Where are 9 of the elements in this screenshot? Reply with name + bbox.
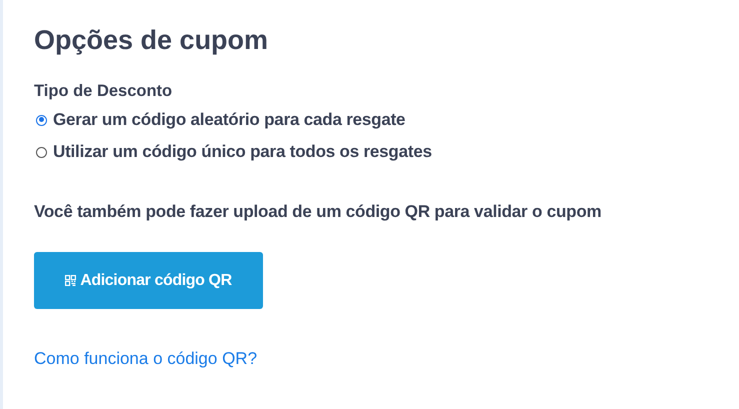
section-title: Opções de cupom: [34, 24, 270, 56]
radio-label[interactable]: Gerar um código aleatório para cada resgate: [53, 110, 406, 130]
radio-label[interactable]: Utilizar um código único para todos os resgates: [53, 142, 432, 162]
radio-button[interactable]: [36, 146, 47, 158]
help-link[interactable]: Como funciona o código QR?: [34, 349, 258, 369]
field-label: Tipo de Desconto: [34, 82, 174, 101]
qr-code-icon: [65, 275, 76, 286]
radio-button[interactable]: [36, 114, 47, 126]
upload-note: Você também pode fazer upload de um código QR para validar o cupom: [34, 202, 602, 222]
